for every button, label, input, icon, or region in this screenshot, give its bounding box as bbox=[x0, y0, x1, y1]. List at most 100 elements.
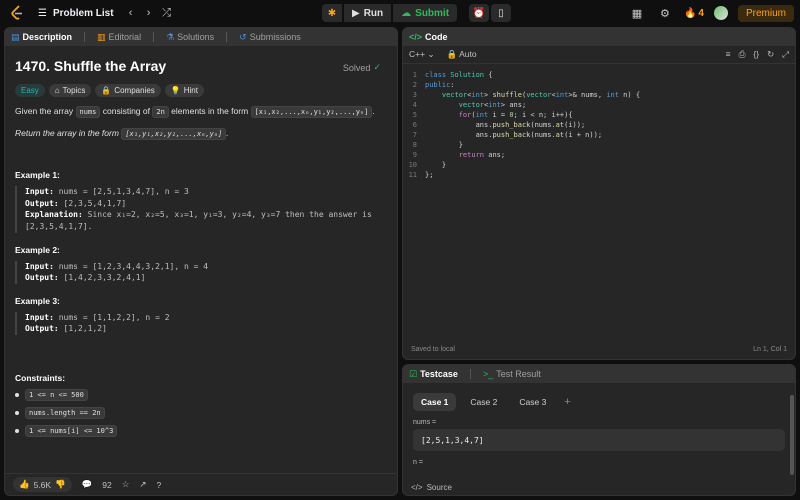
cloud-upload-icon: ☁ bbox=[401, 7, 412, 19]
problem-list-label: Problem List bbox=[52, 7, 114, 19]
history-icon: ↺ bbox=[239, 31, 247, 42]
example-1-block: Input: nums = [2,5,1,3,4,7], n = 3 Outpu… bbox=[15, 186, 387, 233]
example-1-input: nums = [2,5,1,3,4,7], n = 3 bbox=[58, 187, 189, 197]
return-statement: Return the array in the form [x₁,y₁,x₂,y… bbox=[15, 127, 229, 140]
language-select[interactable]: C++ ⌄ bbox=[409, 49, 435, 60]
testcase-scrollbar[interactable] bbox=[790, 395, 794, 475]
bug-icon: ✱ bbox=[327, 7, 337, 19]
thumbs-down-icon[interactable]: 👎 bbox=[55, 479, 66, 490]
tab-solutions[interactable]: ⚗ Solutions bbox=[166, 32, 214, 43]
layout-grid-icon[interactable]: ▦ bbox=[628, 4, 646, 22]
tab-description[interactable]: ▤ Description bbox=[11, 32, 72, 43]
tab-editorial-label: Editorial bbox=[108, 32, 142, 42]
inline-code-2n: 2n bbox=[152, 106, 169, 118]
example-3-output: [1,2,1,2] bbox=[63, 324, 107, 334]
streak-counter[interactable]: 🔥 4 bbox=[684, 8, 704, 19]
bookmark-icon[interactable]: ⎙ bbox=[739, 49, 746, 60]
avatar[interactable] bbox=[713, 6, 728, 20]
like-dislike-group: 👍 5.6K 👎 bbox=[13, 477, 72, 492]
problem-list-button[interactable]: ☰ Problem List bbox=[38, 8, 114, 19]
run-button[interactable]: ▶ Run bbox=[344, 4, 392, 22]
topics-badge[interactable]: ⌂ Topics bbox=[48, 84, 92, 97]
n-label: n = bbox=[413, 459, 423, 466]
case-tab-3[interactable]: Case 3 bbox=[511, 393, 554, 411]
streak-count: 4 bbox=[698, 7, 704, 19]
tab-testcase-label: Testcase bbox=[420, 369, 458, 379]
statement-text-1: Given the array bbox=[15, 106, 74, 116]
lightbulb-icon: 💡 bbox=[170, 86, 181, 95]
example-3-input: nums = [1,1,2,2], n = 2 bbox=[58, 312, 170, 322]
constraints-list: 1 <= n <= 500 nums.length == 2n 1 <= num… bbox=[15, 388, 387, 437]
alarm-clock-icon[interactable]: ⏰ bbox=[469, 4, 490, 22]
constraint-3: 1 <= nums[i] <= 10^3 bbox=[25, 424, 118, 437]
lock-icon: 🔒 bbox=[101, 86, 112, 95]
code-brackets-icon: </> bbox=[409, 32, 423, 42]
saved-status: Saved to local bbox=[411, 346, 455, 353]
input-label: Input: bbox=[25, 261, 54, 271]
prev-problem-icon[interactable]: ‹ bbox=[122, 4, 140, 22]
list-icon: ☰ bbox=[38, 7, 47, 19]
thumbs-up-icon[interactable]: 👍 bbox=[19, 479, 30, 490]
terminal-icon: >_ bbox=[482, 369, 494, 379]
comment-icon[interactable]: 💬 bbox=[82, 479, 93, 490]
tab-code[interactable]: </> Code bbox=[409, 32, 448, 42]
check-circle-icon: ✓ bbox=[373, 62, 381, 72]
case-tab-1[interactable]: Case 1 bbox=[413, 393, 457, 411]
debug-button[interactable]: ✱ bbox=[322, 4, 342, 22]
badge-row: Easy ⌂ Topics 🔒 Companies 💡 Hint bbox=[15, 84, 387, 97]
leetcode-logo-icon[interactable] bbox=[8, 4, 26, 22]
case-tab-2[interactable]: Case 2 bbox=[462, 393, 505, 411]
help-icon[interactable]: ? bbox=[157, 480, 162, 490]
notes-icon[interactable]: ▯ bbox=[491, 4, 512, 22]
hint-badge[interactable]: 💡 Hint bbox=[164, 84, 204, 97]
reset-icon[interactable]: ↻ bbox=[767, 49, 774, 60]
submit-button[interactable]: ☁ Submit bbox=[393, 4, 458, 22]
inline-code-return-form: [x₁,y₁,x₂,y₂,...,xₙ,yₙ] bbox=[121, 127, 227, 140]
constraint-1: 1 <= n <= 500 bbox=[25, 388, 88, 401]
list-item: 1 <= nums[i] <= 10^3 bbox=[15, 424, 387, 437]
expand-icon[interactable]: ⤢ bbox=[782, 49, 789, 60]
problem-statement: Given the array nums consisting of 2n el… bbox=[15, 106, 375, 118]
share-icon[interactable]: ↗ bbox=[139, 479, 146, 490]
tab-submissions[interactable]: ↺ Submissions bbox=[239, 32, 301, 43]
companies-badge[interactable]: 🔒 Companies bbox=[95, 84, 161, 97]
shuffle-icon[interactable]: ⤮ bbox=[158, 4, 176, 22]
tab-testcase[interactable]: ☑ Testcase bbox=[409, 369, 458, 380]
code-tabbar: </> Code bbox=[403, 28, 795, 46]
braces-icon[interactable]: {} bbox=[753, 49, 759, 60]
problem-title[interactable]: 1470. Shuffle the Array bbox=[15, 58, 387, 74]
example-2-input: nums = [1,2,3,4,4,3,2,1], n = 4 bbox=[58, 261, 209, 271]
star-icon[interactable]: ☆ bbox=[122, 479, 130, 490]
difficulty-badge: Easy bbox=[15, 84, 45, 97]
solved-label: Solved bbox=[342, 62, 371, 73]
example-1-output: [2,3,5,4,1,7] bbox=[63, 198, 127, 208]
language-label: C++ bbox=[409, 49, 426, 59]
code-editor[interactable]: 1 class Solution { 2 public: 3 vector<int>… bbox=[403, 64, 795, 180]
nums-label: nums = bbox=[413, 419, 437, 426]
source-toggle[interactable]: Source bbox=[427, 483, 452, 492]
constraints-title: Constraints: bbox=[15, 372, 66, 383]
input-label: Input: bbox=[25, 187, 54, 197]
tab-submissions-label: Submissions bbox=[249, 32, 301, 42]
checkbox-icon: ☑ bbox=[409, 368, 418, 379]
settings-gear-icon[interactable]: ⚙ bbox=[656, 4, 674, 22]
format-icon[interactable]: ≡ bbox=[726, 49, 731, 60]
next-problem-icon[interactable]: › bbox=[140, 4, 158, 22]
tab-test-result[interactable]: >_ Test Result bbox=[483, 369, 541, 379]
run-controls: ✱ ▶ Run ☁ Submit ⏰ ▯ bbox=[322, 4, 512, 22]
tag-icon: ⌂ bbox=[54, 86, 60, 95]
tab-solutions-label: Solutions bbox=[177, 32, 215, 42]
source-code-icon: </> bbox=[411, 482, 423, 492]
premium-button[interactable]: Premium bbox=[737, 4, 794, 22]
testcase-panel: ☑ Testcase >_ Test Result Case 1 Case 2 … bbox=[402, 364, 796, 496]
output-label: Output: bbox=[25, 198, 59, 208]
auto-mode-toggle[interactable]: 🔒 Auto bbox=[447, 49, 477, 60]
nums-input[interactable]: [2,5,1,3,4,7] bbox=[413, 429, 785, 451]
list-item: 1 <= n <= 500 bbox=[15, 388, 387, 401]
add-case-icon[interactable]: + bbox=[564, 396, 570, 408]
statement-text-3: elements in the form bbox=[171, 106, 249, 116]
description-footer: 👍 5.6K 👎 💬 92 ☆ ↗ ? bbox=[5, 473, 397, 495]
example-3-block: Input: nums = [1,1,2,2], n = 2 Output: [… bbox=[15, 311, 387, 335]
tab-description-label: Description bbox=[22, 32, 73, 42]
tab-editorial[interactable]: ▥ Editorial bbox=[97, 32, 141, 43]
